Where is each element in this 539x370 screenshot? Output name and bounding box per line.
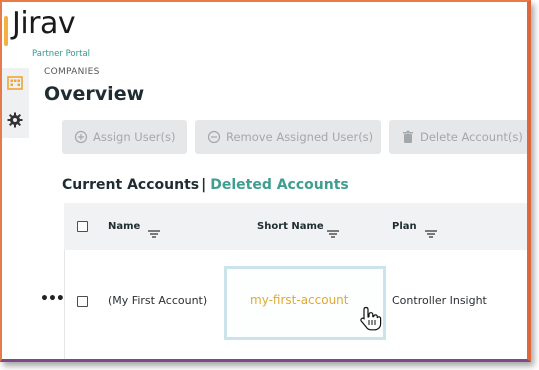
building-icon[interactable]: [7, 74, 23, 90]
screenshot-frame: Jirav Partner Portal COMPANIES Overview …: [0, 0, 531, 362]
side-nav: [2, 68, 29, 138]
table-row-divider: [64, 250, 65, 359]
logo-wordmark: Jirav: [12, 6, 76, 41]
row-actions-menu[interactable]: •••: [40, 291, 65, 307]
row-checkbox[interactable]: [77, 296, 88, 307]
trash-icon: [401, 130, 415, 144]
breadcrumb[interactable]: COMPANIES: [44, 67, 100, 77]
tab-deleted-accounts[interactable]: Deleted Accounts: [210, 177, 349, 193]
tab-current-accounts[interactable]: Current Accounts: [62, 177, 199, 193]
gear-icon[interactable]: [7, 112, 23, 128]
filter-icon[interactable]: [425, 223, 437, 238]
remove-assigned-users-label: Remove Assigned User(s): [226, 130, 374, 144]
assign-users-button[interactable]: Assign User(s): [62, 120, 187, 154]
filter-icon[interactable]: [148, 223, 160, 238]
remove-assigned-users-button[interactable]: Remove Assigned User(s): [195, 120, 381, 154]
column-header-name[interactable]: Name: [108, 221, 140, 232]
select-all-checkbox[interactable]: [77, 221, 88, 232]
account-plan: Controller Insight: [392, 294, 487, 307]
column-header-short-name[interactable]: Short Name: [257, 221, 324, 232]
filter-icon[interactable]: [327, 223, 339, 238]
logo-accent: [4, 16, 8, 46]
account-short-name-link[interactable]: my-first-account: [250, 293, 349, 307]
minus-circle-icon: [207, 130, 221, 144]
account-name: (My First Account): [108, 294, 208, 307]
plus-circle-icon: [74, 130, 88, 144]
logo-subtitle: Partner Portal: [32, 49, 91, 59]
accounts-tabs: Current Accounts | Deleted Accounts: [62, 177, 349, 193]
delete-accounts-button[interactable]: Delete Account(s): [389, 120, 527, 154]
page-title: Overview: [44, 83, 145, 105]
delete-accounts-label: Delete Account(s): [420, 130, 523, 144]
hand-pointer-icon: [358, 305, 384, 331]
tab-separator: |: [201, 177, 207, 193]
assign-users-label: Assign User(s): [93, 130, 176, 144]
column-header-plan[interactable]: Plan: [392, 221, 417, 232]
